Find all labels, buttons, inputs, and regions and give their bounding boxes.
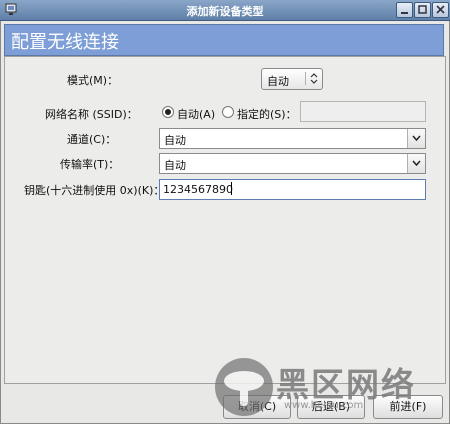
mode-label: 模式(M)：	[67, 74, 119, 87]
minimize-button[interactable]	[396, 2, 413, 18]
rate-select[interactable]: 自动	[159, 153, 426, 174]
mushroom-logo-icon	[215, 358, 273, 416]
text-cursor	[231, 182, 232, 195]
key-label: 钥匙(十六进制使用 0x)(K)：	[24, 184, 165, 197]
ssid-input[interactable]	[300, 101, 426, 122]
key-value: 1234567890	[163, 183, 233, 196]
close-button[interactable]	[432, 2, 449, 18]
watermark-text: 黑区网络	[276, 365, 416, 404]
channel-label: 通道(C)：	[67, 133, 117, 146]
rate-label: 传输率(T)：	[60, 158, 120, 171]
rate-dropdown-button[interactable]	[407, 154, 425, 173]
ssid-specified-label: 指定的(S)：	[237, 108, 297, 121]
updown-arrow-icon	[308, 71, 320, 89]
ssid-label: 网络名称 (SSID)：	[45, 108, 138, 121]
channel-dropdown-button[interactable]	[407, 129, 425, 148]
key-input[interactable]: 1234567890	[159, 179, 426, 200]
ssid-auto-label: 自动(A)	[177, 108, 216, 121]
watermark-url: www.heiqu.com	[284, 400, 364, 411]
ssid-specified-radio[interactable]	[222, 106, 234, 118]
watermark: 黑区网络 www.heiqu.com	[214, 356, 446, 420]
page-header: 配置无线连接	[4, 24, 444, 56]
ssid-auto-radio[interactable]	[162, 106, 174, 118]
maximize-button[interactable]	[414, 2, 431, 18]
mode-value: 自动	[267, 75, 289, 88]
mode-separator	[305, 72, 306, 85]
rate-value: 自动	[164, 159, 186, 172]
page-title: 配置无线连接	[11, 32, 119, 53]
channel-value: 自动	[164, 134, 186, 147]
window-title: 添加新设备类型	[186, 5, 264, 18]
mode-select[interactable]: 自动	[261, 68, 323, 90]
channel-select[interactable]: 自动	[159, 128, 426, 149]
title-bar[interactable]: 添加新设备类型	[0, 0, 450, 21]
